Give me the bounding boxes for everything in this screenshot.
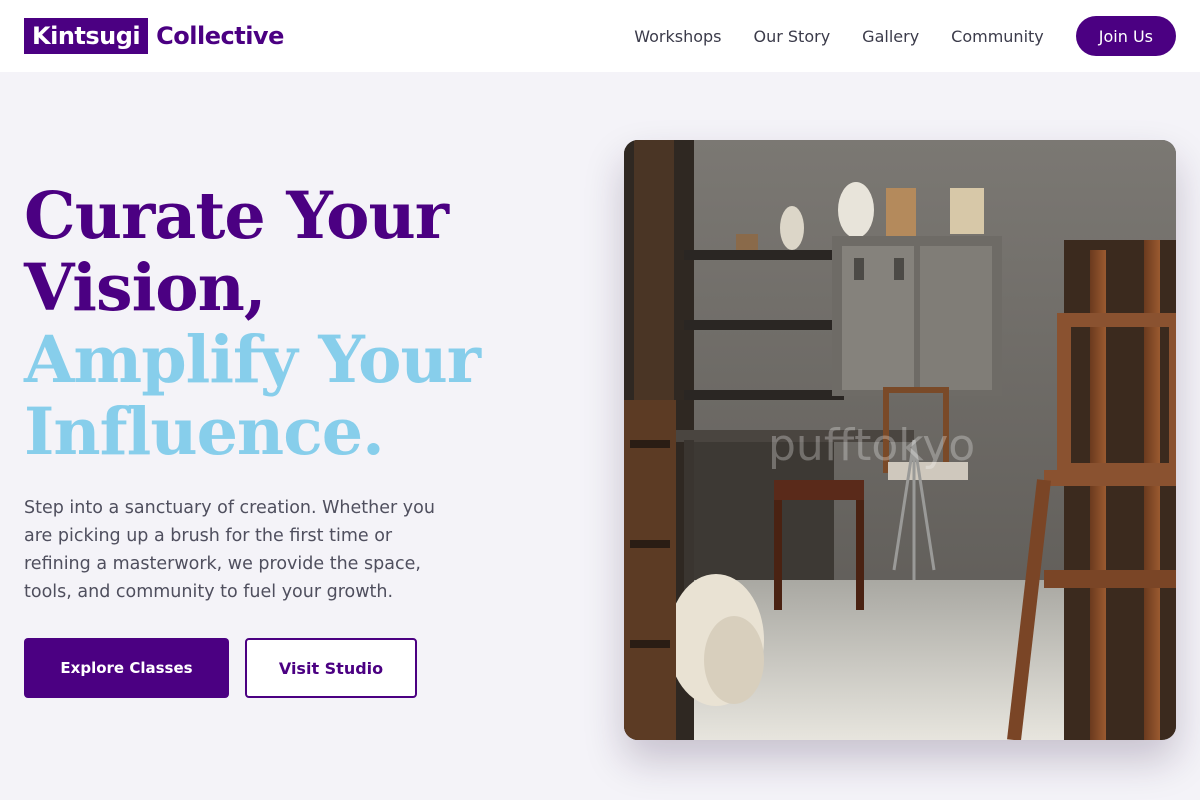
studio-illustration: pufftokyo (624, 140, 1176, 740)
image-watermark: pufftokyo (768, 420, 975, 471)
nav-link-workshops[interactable]: Workshops (634, 27, 721, 46)
join-us-button[interactable]: Join Us (1075, 16, 1176, 56)
explore-classes-button[interactable]: Explore Classes (24, 638, 229, 698)
hero-image: pufftokyo (624, 140, 1176, 740)
hero-lead: Step into a sanctuary of creation. Wheth… (24, 498, 435, 602)
nav-link-community[interactable]: Community (951, 27, 1044, 46)
site-header: Kintsugi Collective Workshops Our Story … (0, 0, 1200, 72)
hero-headline: Curate Your Vision, Amplify Your Influen… (24, 180, 584, 468)
headline-line-1: Curate Your (24, 178, 449, 254)
visit-studio-button[interactable]: Visit Studio (245, 638, 417, 698)
headline-line-3: Amplify Your (24, 322, 481, 398)
headline-line-2: Vision, (24, 250, 267, 326)
logo-box: Kintsugi (24, 18, 149, 54)
main-nav: Workshops Our Story Gallery Community Jo… (634, 16, 1176, 56)
logo[interactable]: Kintsugi Collective (24, 18, 284, 54)
headline-line-4: Influence. (24, 394, 385, 470)
logo-text: Collective (156, 22, 284, 50)
nav-link-our-story[interactable]: Our Story (754, 27, 831, 46)
nav-link-gallery[interactable]: Gallery (862, 27, 919, 46)
